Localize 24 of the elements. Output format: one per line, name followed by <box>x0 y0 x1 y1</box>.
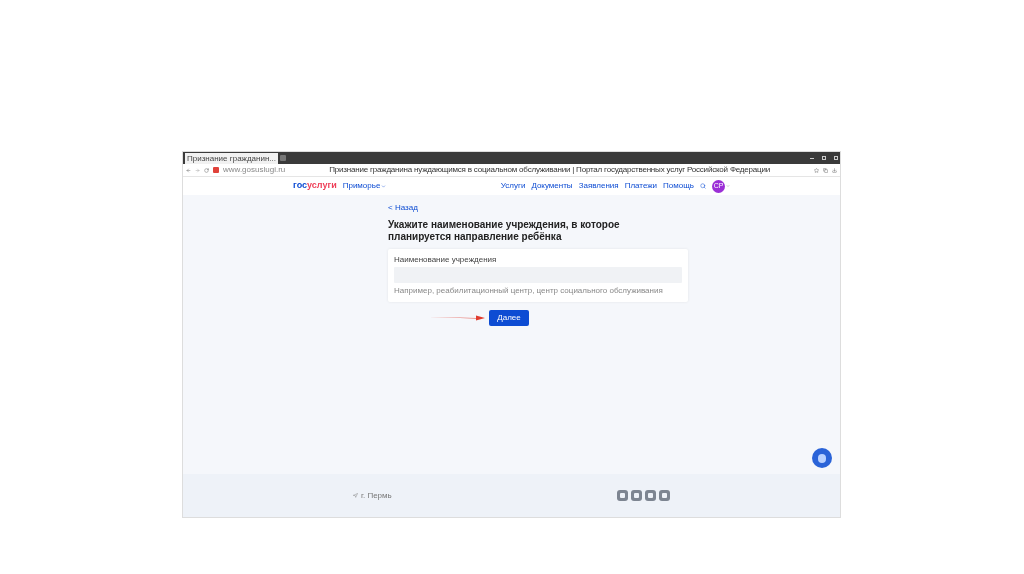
back-link[interactable]: < Назад <box>388 202 840 214</box>
field-label: Наименование учреждения <box>394 255 498 265</box>
copy-icon[interactable] <box>823 167 828 173</box>
page-title: Признание гражданина нуждающимся в социальном обслуживании | Портал государственных услуг Российской Федерации <box>328 164 771 176</box>
back-icon[interactable] <box>186 167 191 173</box>
nav-link[interactable]: Документы <box>531 180 573 192</box>
reload-icon[interactable] <box>204 167 209 173</box>
browser-tab[interactable]: Признание гражданин... <box>185 152 279 164</box>
download-icon[interactable] <box>832 167 837 173</box>
location-icon <box>353 493 358 498</box>
location-dropdown[interactable]: Приморье <box>342 180 387 192</box>
url-field[interactable]: www.gosuslugi.ru <box>223 164 286 176</box>
form-heading: Укажите наименование учреждения, в которое планируется направление ребёнка <box>388 219 621 243</box>
logo[interactable]: госуслуги <box>293 179 337 193</box>
nav-link[interactable]: Помощь <box>663 180 694 192</box>
nav-link[interactable]: Заявления <box>578 180 619 192</box>
next-button[interactable]: Далее <box>489 310 529 326</box>
footer-location[interactable]: г. Пермь <box>361 489 392 502</box>
field-hint: Например, реабилитационный центр, центр социального обслуживания <box>394 286 664 296</box>
star-icon[interactable] <box>814 167 819 173</box>
search-icon[interactable] <box>700 183 706 189</box>
nav-link[interactable]: Платежи <box>624 180 658 192</box>
forward-icon[interactable] <box>195 167 200 173</box>
nav-link[interactable]: Услуги <box>500 180 526 192</box>
